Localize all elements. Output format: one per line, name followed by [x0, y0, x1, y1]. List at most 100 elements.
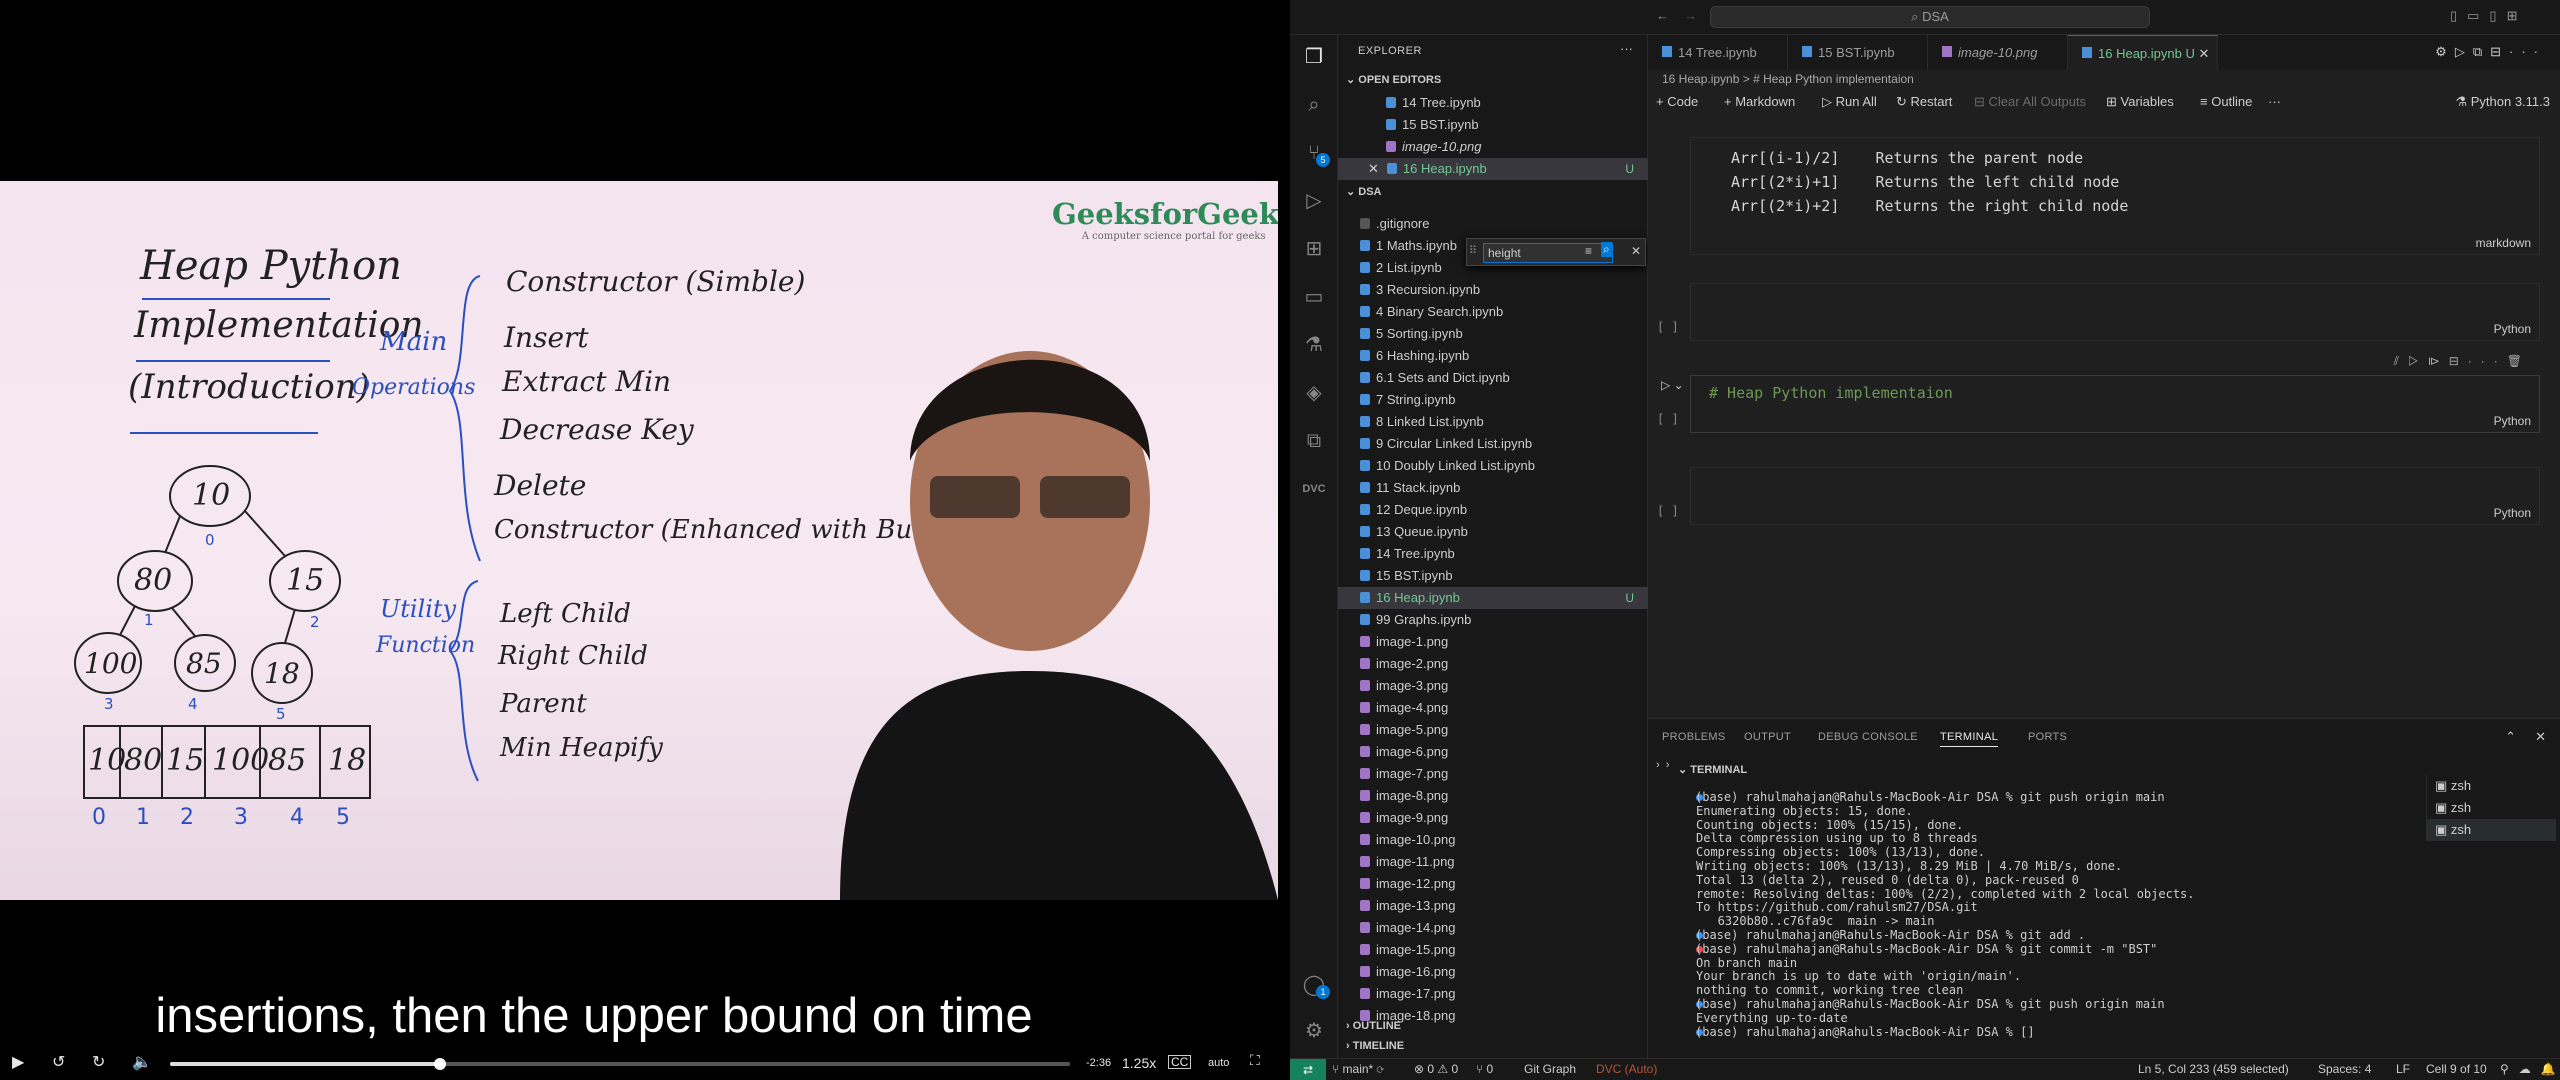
- file-tree-item[interactable]: image-10.png: [1338, 829, 1648, 851]
- layout-toggle-icons[interactable]: ▯▭▯⊞: [2450, 8, 2527, 24]
- add-markdown-button[interactable]: + Markdown: [1724, 94, 1795, 109]
- open-editor-item[interactable]: image-10.png: [1338, 136, 1648, 158]
- remote-explorer-icon[interactable]: ▭: [1302, 285, 1326, 309]
- git-graph-icon[interactable]: ⧉: [1302, 429, 1326, 453]
- tree-find-widget[interactable]: ⠿ height ≡ ⌕ ✕: [1466, 238, 1646, 266]
- rewind-icon[interactable]: ↺: [52, 1052, 65, 1076]
- toolbar-more-button[interactable]: ···: [2268, 94, 2281, 109]
- drag-handle-icon[interactable]: ⠿: [1469, 244, 1477, 257]
- search-view-icon[interactable]: ⌕: [1302, 93, 1326, 117]
- file-tree-item[interactable]: image-2.png: [1338, 653, 1648, 675]
- source-control-icon[interactable]: ⑂ 5: [1302, 141, 1330, 167]
- tab-15-bst[interactable]: 15 BST.ipynb: [1788, 35, 1928, 70]
- fullscreen-icon[interactable]: ⛶: [1250, 1052, 1260, 1076]
- file-tree-item[interactable]: image-9.png: [1338, 807, 1648, 829]
- settings-gear-icon[interactable]: ⚙: [1302, 1019, 1326, 1043]
- forward-icon[interactable]: ↻: [92, 1052, 105, 1076]
- open-editor-item[interactable]: 14 Tree.ipynb: [1338, 92, 1648, 114]
- add-code-button[interactable]: + Code: [1656, 94, 1698, 109]
- video-player[interactable]: GeeksforGeeks A computer science portal …: [0, 0, 1290, 1080]
- file-tree-item[interactable]: 6 Hashing.ipynb: [1338, 345, 1648, 367]
- branch-indicator[interactable]: ⑂ main* ⟳: [1332, 1062, 1384, 1076]
- notifications-icons[interactable]: ⚲☁🔔: [2500, 1062, 2560, 1076]
- file-tree-item[interactable]: 6.1 Sets and Dict.ipynb: [1338, 367, 1648, 389]
- tab-terminal[interactable]: TERMINAL: [1940, 731, 1999, 747]
- code-cell-heap[interactable]: ▷ ⌄ ⫽▷⧐⊟···🗑 # Heap Python implementaion…: [1657, 354, 2540, 433]
- file-tree-item[interactable]: image-13.png: [1338, 895, 1648, 917]
- outline-button[interactable]: ≡ Outline: [2200, 94, 2252, 109]
- file-tree-item[interactable]: 5 Sorting.ipynb: [1338, 323, 1648, 345]
- file-tree-item[interactable]: 4 Binary Search.ipynb: [1338, 301, 1648, 323]
- terminal-section-header[interactable]: ⌄ TERMINAL: [1678, 763, 1747, 776]
- cell-code[interactable]: # Heap Python implementaion: [1709, 384, 1953, 402]
- docker-icon[interactable]: ◈: [1302, 381, 1326, 405]
- explorer-icon[interactable]: ❐: [1302, 45, 1326, 69]
- file-tree-item[interactable]: 3 Recursion.ipynb: [1338, 279, 1648, 301]
- file-tree-item[interactable]: 11 Stack.ipynb: [1338, 477, 1648, 499]
- folder-header[interactable]: ⌄ DSA: [1346, 185, 1382, 198]
- cursor-position[interactable]: Ln 5, Col 233 (459 selected): [2138, 1062, 2289, 1076]
- ports-indicator[interactable]: ⑂ 0: [1476, 1062, 1493, 1076]
- open-editor-item[interactable]: 15 BST.ipynb: [1338, 114, 1648, 136]
- clear-outputs-button[interactable]: ⊟ Clear All Outputs: [1974, 94, 2086, 110]
- file-tree-item[interactable]: image-4.png: [1338, 697, 1648, 719]
- open-editors-header[interactable]: ⌄ OPEN EDITORS: [1346, 73, 1441, 86]
- file-tree-item[interactable]: 99 Graphs.ipynb: [1338, 609, 1648, 631]
- file-tree-item[interactable]: image-5.png: [1338, 719, 1648, 741]
- cell-language[interactable]: Python: [2494, 322, 2531, 336]
- terminal-output[interactable]: (base) rahulmahajan@Rahuls-MacBook-Air D…: [1695, 790, 2416, 1039]
- forward-arrow-icon[interactable]: →: [1684, 8, 1697, 23]
- cell-language[interactable]: markdown: [2476, 236, 2531, 250]
- tab-16-heap[interactable]: 16 Heap.ipynb U ✕: [2068, 35, 2218, 70]
- file-tree-item[interactable]: 16 Heap.ipynb U: [1338, 587, 1648, 609]
- testing-icon[interactable]: ⚗: [1302, 333, 1326, 357]
- file-tree-item[interactable]: 13 Queue.ipynb: [1338, 521, 1648, 543]
- close-icon[interactable]: ✕: [1368, 161, 1379, 176]
- file-tree-item[interactable]: .gitignore: [1338, 213, 1648, 235]
- speed-button[interactable]: 1.25x: [1122, 1055, 1156, 1079]
- maximize-panel-icon[interactable]: ⌃: [2505, 729, 2516, 745]
- tab-problems[interactable]: PROBLEMS: [1662, 731, 1726, 743]
- code-cell-empty[interactable]: [ ] Python: [1657, 283, 2540, 341]
- restart-button[interactable]: ↻ Restart: [1896, 94, 1952, 110]
- close-find-icon[interactable]: ✕: [1631, 244, 1641, 258]
- accounts-icon[interactable]: ◯ 1: [1302, 973, 1330, 999]
- file-tree-item[interactable]: 14 Tree.ipynb: [1338, 543, 1648, 565]
- back-arrow-icon[interactable]: ←: [1656, 8, 1669, 23]
- terminal-instance[interactable]: ▣ zsh: [2427, 819, 2556, 841]
- tab-14-tree[interactable]: 14 Tree.ipynb: [1648, 35, 1788, 70]
- terminal-instance[interactable]: ▣ zsh: [2427, 797, 2556, 819]
- quality-button[interactable]: auto: [1208, 1057, 1229, 1080]
- file-tree-item[interactable]: image-3.png: [1338, 675, 1648, 697]
- seek-bar[interactable]: [170, 1058, 1070, 1070]
- outline-header[interactable]: › OUTLINE: [1346, 1020, 1401, 1032]
- indentation[interactable]: Spaces: 4: [2318, 1062, 2371, 1076]
- file-tree-item[interactable]: image-12.png: [1338, 873, 1648, 895]
- cell-indicator[interactable]: Cell 9 of 10: [2426, 1062, 2487, 1076]
- tab-debug-console[interactable]: DEBUG CONSOLE: [1818, 731, 1918, 743]
- cell-language[interactable]: Python: [2494, 414, 2531, 428]
- file-tree-item[interactable]: image-8.png: [1338, 785, 1648, 807]
- volume-icon[interactable]: 🔈: [132, 1052, 152, 1076]
- file-tree-item[interactable]: 15 BST.ipynb: [1338, 565, 1648, 587]
- close-panel-icon[interactable]: ✕: [2535, 729, 2546, 745]
- file-tree-item[interactable]: image-15.png: [1338, 939, 1648, 961]
- run-all-button[interactable]: ▷ Run All: [1822, 94, 1877, 110]
- cell-language[interactable]: Python: [2494, 506, 2531, 520]
- video-frame[interactable]: GeeksforGeeks A computer science portal …: [0, 181, 1278, 900]
- file-tree-item[interactable]: image-11.png: [1338, 851, 1648, 873]
- code-cell-empty[interactable]: [ ] Python: [1657, 467, 2540, 525]
- run-cell-icon[interactable]: ▷ ⌄: [1661, 378, 1684, 392]
- remote-indicator-icon[interactable]: ⇄: [1290, 1059, 1326, 1080]
- file-tree-item[interactable]: 8 Linked List.ipynb: [1338, 411, 1648, 433]
- panel-chevron-icons[interactable]: › ›: [1656, 759, 1669, 771]
- more-actions-icon[interactable]: ···: [1620, 41, 1633, 56]
- markdown-cell[interactable]: Arr[(i-1)/2] Returns the parent node Arr…: [1690, 137, 2540, 255]
- terminal-instance[interactable]: ▣ zsh: [2427, 775, 2556, 797]
- open-editor-item-active[interactable]: ✕ 16 Heap.ipynb U: [1338, 158, 1648, 180]
- cell-toolbar-icons[interactable]: ⫽▷⧐⊟···🗑: [2394, 354, 2531, 369]
- breadcrumb[interactable]: 16 Heap.ipynb > # Heap Python implementa…: [1662, 72, 1914, 86]
- find-input[interactable]: height: [1483, 243, 1613, 263]
- tab-output[interactable]: OUTPUT: [1744, 731, 1791, 743]
- close-tab-icon[interactable]: ✕: [2198, 46, 2209, 61]
